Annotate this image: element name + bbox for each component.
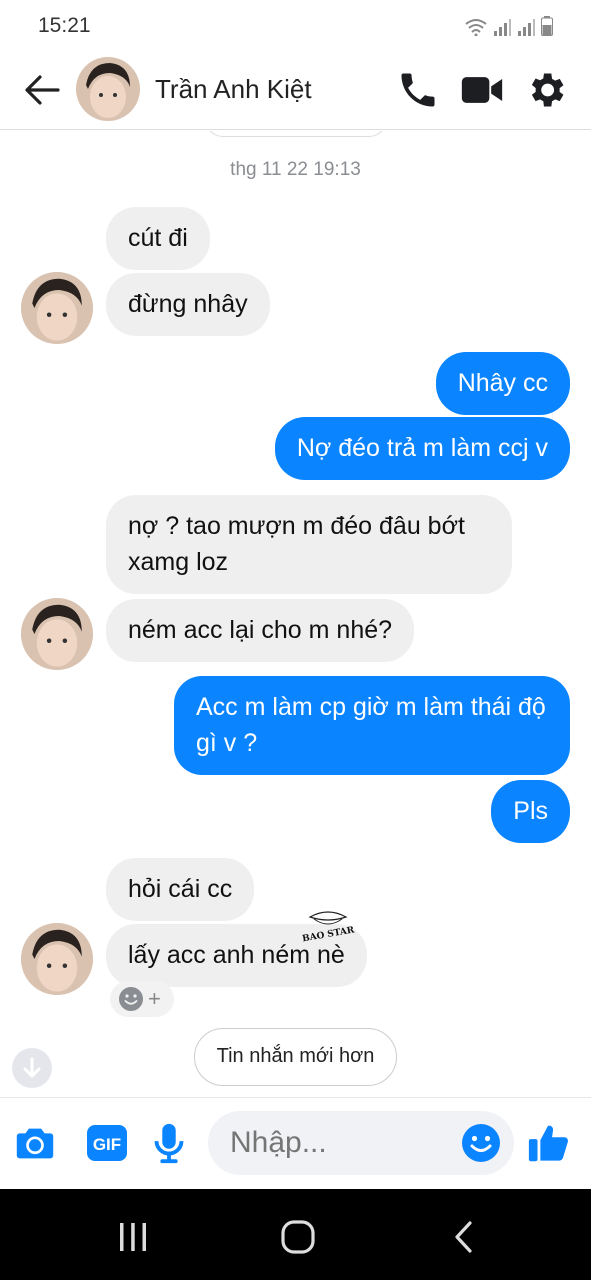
conversation[interactable]: thg 11 22 19:13 cút đi đừng nhây Nhây cc…	[0, 131, 591, 1097]
signal-icon	[494, 19, 511, 36]
message-composer: GIF	[0, 1097, 591, 1189]
gif-icon: GIF	[87, 1125, 127, 1161]
watermark-text: BAO STAR	[302, 925, 356, 943]
recent-apps-button[interactable]	[113, 1217, 153, 1257]
contact-name[interactable]: Trần Anh Kiệt	[155, 74, 312, 105]
back-nav-button[interactable]	[444, 1217, 484, 1257]
emoji-button[interactable]	[460, 1122, 502, 1164]
status-bar: 15:21	[0, 0, 591, 52]
sender-avatar[interactable]	[21, 598, 93, 670]
home-button[interactable]	[278, 1217, 318, 1257]
thumbs-up-icon	[528, 1125, 568, 1162]
gif-button[interactable]: GIF	[84, 1120, 130, 1166]
video-camera-icon	[461, 77, 503, 103]
new-messages-button[interactable]: Tin nhắn mới hơn	[194, 1028, 397, 1086]
microphone-icon	[154, 1123, 184, 1164]
signal-icon-2	[518, 19, 535, 36]
battery-icon	[541, 16, 553, 36]
scroll-to-bottom-button[interactable]	[12, 1048, 52, 1088]
arrow-down-icon	[23, 1057, 41, 1078]
smiley-icon	[119, 987, 143, 1011]
message-bubble[interactable]: Pls	[491, 780, 570, 843]
sender-avatar[interactable]	[21, 923, 93, 995]
phone-icon	[401, 73, 435, 107]
message-bubble[interactable]: ném acc lại cho m nhé?	[106, 599, 415, 662]
arrow-left-icon	[25, 75, 60, 105]
gear-icon	[531, 73, 564, 107]
message-timestamp: thg 11 22 19:13	[230, 159, 361, 180]
message-bubble[interactable]: Nhây cc	[435, 352, 570, 415]
message-input[interactable]	[230, 1111, 450, 1175]
avatar-photo	[21, 272, 93, 344]
contact-avatar[interactable]	[76, 57, 140, 121]
message-bubble[interactable]: hỏi cái cc	[106, 858, 255, 921]
message-bubble[interactable]: cút đi	[106, 207, 210, 270]
voice-call-button[interactable]	[396, 68, 440, 112]
voice-message-button[interactable]	[146, 1120, 192, 1166]
system-nav-bar	[0, 1189, 591, 1280]
message-input-box[interactable]	[208, 1111, 514, 1175]
emoji-icon	[462, 1124, 500, 1162]
status-icons	[465, 14, 553, 36]
watermark-logo: BAO STAR	[302, 911, 356, 943]
chat-header: Trần Anh Kiệt	[0, 52, 591, 130]
avatar-photo	[21, 923, 93, 995]
message-bubble[interactable]: đừng nhây	[106, 273, 270, 336]
gif-label: GIF	[93, 1135, 121, 1154]
avatar-photo	[21, 598, 93, 670]
avatar-photo	[76, 57, 140, 121]
plus-label: +	[148, 986, 161, 1011]
settings-button[interactable]	[524, 68, 568, 112]
camera-button[interactable]	[12, 1120, 58, 1166]
camera-icon	[16, 1128, 54, 1159]
add-reaction-button[interactable]: +	[110, 981, 174, 1017]
message-bubble[interactable]: Nợ đéo trả m làm ccj v	[274, 417, 570, 480]
back-button[interactable]	[22, 72, 62, 108]
message-bubble[interactable]: nợ ? tao mượn m đéo đâu bớt xamg loz	[106, 495, 512, 594]
message-bubble[interactable]: Acc m làm cp giờ m làm thái độ gì v ?	[174, 676, 570, 775]
chevron-left-icon	[455, 1221, 472, 1253]
wifi-icon	[465, 19, 487, 36]
like-button[interactable]	[526, 1120, 572, 1166]
recent-apps-icon	[120, 1223, 146, 1251]
previous-pill	[205, 131, 387, 137]
home-icon	[281, 1220, 315, 1254]
status-time: 15:21	[38, 14, 91, 37]
sender-avatar[interactable]	[21, 272, 93, 344]
video-call-button[interactable]	[460, 68, 504, 112]
